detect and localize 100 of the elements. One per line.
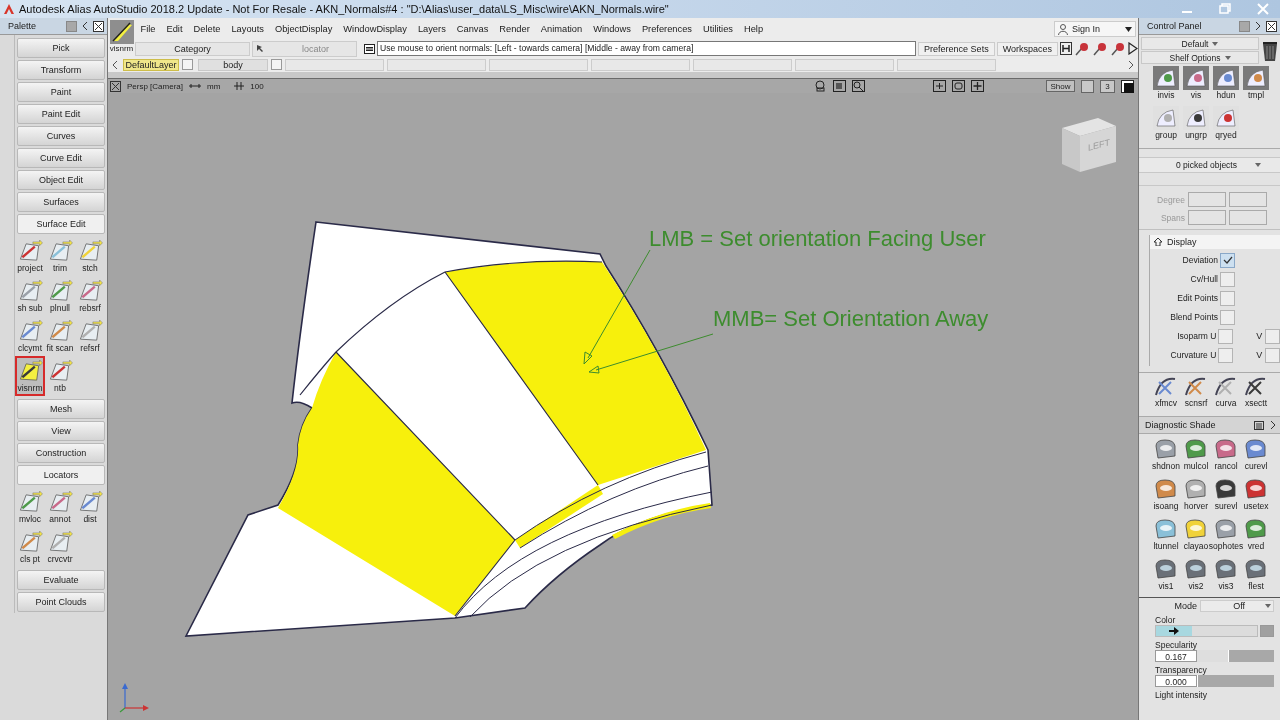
menu-item[interactable]: Layers — [412, 24, 452, 34]
shelf-tool[interactable]: group — [1151, 106, 1181, 146]
palette-section-tab[interactable]: Mesh — [17, 399, 105, 419]
palette-tool[interactable]: annot — [45, 487, 75, 527]
menu-item[interactable]: Windows — [587, 24, 637, 34]
palette-tool[interactable]: sh sub — [15, 276, 45, 316]
close-icon[interactable] — [110, 80, 121, 92]
transparency-field[interactable]: 0.000 — [1155, 675, 1197, 687]
palette-section-tab[interactable]: Paint — [17, 82, 105, 102]
expand-icon[interactable] — [1255, 22, 1261, 30]
specularity-field[interactable]: 0.167 — [1155, 650, 1197, 662]
menu-item[interactable]: WindowDisplay — [337, 24, 413, 34]
palette-tool[interactable]: rebsrf — [75, 276, 105, 316]
empty-layer-slot[interactable] — [795, 58, 894, 71]
palette-section-tab[interactable]: Locators — [17, 465, 105, 485]
menu-item[interactable]: Animation — [535, 24, 588, 34]
palette-tool[interactable]: cls pt — [15, 527, 45, 567]
checkbox[interactable] — [1220, 252, 1235, 268]
shelf-tool[interactable]: qryed — [1211, 106, 1241, 146]
shade-tool[interactable]: flest — [1241, 557, 1271, 597]
empty-layer-slot[interactable] — [897, 58, 996, 71]
palette-section-tab[interactable]: Curve Edit — [17, 148, 105, 168]
palette-tool[interactable]: crvcvtr — [45, 527, 75, 567]
maximize-icon[interactable] — [1121, 79, 1134, 93]
palette-section-tab[interactable]: Transform — [17, 60, 105, 80]
palette-tool[interactable]: mvloc — [15, 487, 45, 527]
checkbox[interactable] — [1220, 290, 1235, 306]
toolbar-button[interactable]: Workspaces — [996, 41, 1058, 56]
shelf-tool[interactable]: hdun — [1211, 66, 1241, 106]
menu-item[interactable]: Preferences — [636, 24, 698, 34]
shelf-tool[interactable]: xfmcv — [1151, 374, 1181, 414]
palette-section-tab[interactable]: Point Clouds — [17, 592, 105, 612]
shelf-tool[interactable]: vis — [1181, 66, 1211, 106]
shade-tool[interactable]: usetex — [1241, 477, 1271, 517]
pin-icon[interactable] — [1110, 41, 1126, 56]
snapshot-icon[interactable] — [833, 80, 846, 92]
shade-tool[interactable]: vis2 — [1181, 557, 1211, 597]
shelf-tool[interactable]: invis — [1151, 66, 1181, 106]
picked-objects-dropdown[interactable]: 0 picked objects — [1139, 157, 1280, 173]
palette-tool[interactable]: fit scan — [45, 316, 75, 356]
list-icon[interactable] — [1254, 420, 1264, 430]
layer-checkbox[interactable] — [182, 59, 193, 70]
menu-item[interactable]: Utilities — [697, 24, 739, 34]
input-field[interactable] — [1188, 210, 1226, 225]
palette-tool[interactable]: ntb — [45, 356, 75, 396]
layer-button[interactable]: body — [198, 58, 268, 71]
shade-tool[interactable]: curevl — [1241, 437, 1271, 477]
restore-icon[interactable] — [1218, 3, 1232, 15]
menu-item[interactable]: Layouts — [225, 24, 270, 34]
show-button[interactable]: Show — [1046, 80, 1075, 92]
toolbar-button[interactable]: Preference Sets — [918, 41, 995, 56]
layer-button[interactable]: DefaultLayer — [123, 58, 179, 71]
palette-tool[interactable]: visnrm — [15, 356, 45, 396]
frame-all-icon[interactable] — [933, 80, 946, 92]
shelf-tool[interactable]: curva — [1211, 374, 1241, 414]
window-count-button[interactable]: 3 — [1100, 79, 1115, 93]
shelf-tool[interactable]: ungrp — [1181, 106, 1211, 146]
shade-tool[interactable]: sophotes — [1211, 517, 1241, 557]
palette-section-tab[interactable]: Surfaces — [17, 192, 105, 212]
palette-section-tab[interactable]: Curves — [17, 126, 105, 146]
checkbox[interactable] — [1218, 328, 1234, 344]
shelf-tool[interactable]: scnsrf — [1181, 374, 1211, 414]
palette-tool[interactable]: dist — [75, 487, 105, 527]
menu-item[interactable]: File — [135, 24, 161, 34]
frame-icon[interactable] — [952, 80, 965, 92]
sign-in-dropdown[interactable]: Sign In — [1054, 21, 1136, 37]
shelf-tool[interactable]: tmpl — [1241, 66, 1271, 106]
play-icon[interactable] — [1128, 42, 1138, 55]
pin-icon[interactable] — [1092, 41, 1108, 56]
close-icon[interactable] — [93, 20, 104, 32]
palette-tool[interactable]: refsrf — [75, 316, 105, 356]
shelf-options-dropdown[interactable]: Shelf Options — [1141, 51, 1259, 64]
menu-item[interactable]: Canvas — [451, 24, 494, 34]
palette-section-tab[interactable]: Paint Edit — [17, 104, 105, 124]
transparency-slider[interactable] — [1197, 675, 1274, 687]
layer-checkbox[interactable] — [271, 59, 282, 70]
bracket-icon[interactable] — [1060, 42, 1072, 55]
expand-icon[interactable] — [1270, 421, 1276, 429]
shade-tool[interactable]: mulcol — [1181, 437, 1211, 477]
input-field[interactable] — [1188, 192, 1226, 207]
color-slider[interactable] — [1155, 625, 1258, 637]
palette-tool[interactable]: project — [15, 236, 45, 276]
checkbox[interactable] — [1220, 271, 1235, 287]
shade-tool[interactable]: surevl — [1211, 477, 1241, 517]
close-icon[interactable] — [1266, 20, 1277, 32]
shade-tool[interactable]: shdnon — [1151, 437, 1181, 477]
palette-tool[interactable]: stch — [75, 236, 105, 276]
dock-icon[interactable] — [66, 20, 77, 32]
scroll-right-icon[interactable] — [1128, 60, 1134, 69]
checkbox[interactable] — [1265, 347, 1280, 363]
trash-icon[interactable] — [1262, 39, 1278, 62]
specularity-slider[interactable] — [1197, 650, 1274, 662]
menu-item[interactable]: Render — [493, 24, 536, 34]
menu-item[interactable]: ObjectDisplay — [269, 24, 338, 34]
palette-section-tab[interactable]: View — [17, 421, 105, 441]
checkbox[interactable] — [1220, 309, 1235, 325]
dock-icon[interactable] — [1239, 20, 1250, 32]
current-tool-icon[interactable] — [109, 20, 134, 44]
shade-tool[interactable]: isoang — [1151, 477, 1181, 517]
palette-section-tab[interactable]: Evaluate — [17, 570, 105, 590]
